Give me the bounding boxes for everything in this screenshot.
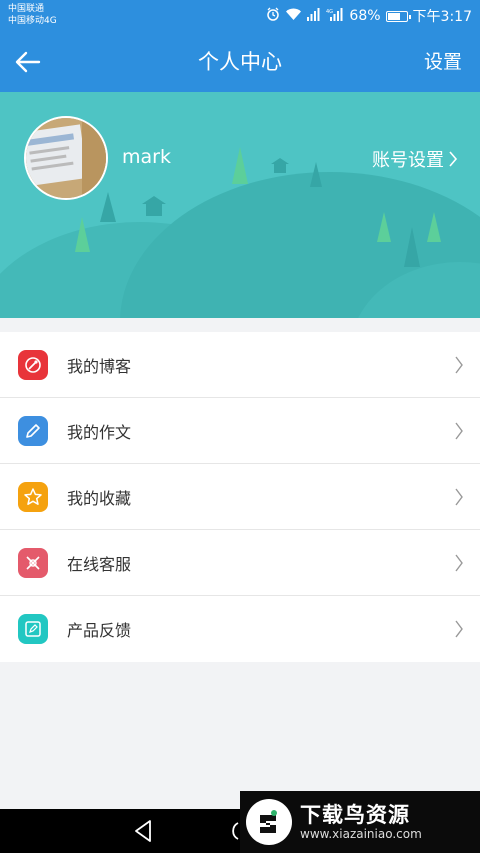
status-bar: 中国联通 中国移动4G 4G 68% 下午3:17	[0, 0, 480, 32]
menu-item-label: 我的收藏	[67, 488, 132, 508]
wifi-icon	[285, 8, 302, 25]
alarm-icon	[266, 7, 280, 25]
menu-item-label: 我的作文	[67, 422, 132, 442]
carrier-info: 中国联通 中国移动4G	[8, 3, 57, 27]
battery-icon	[385, 10, 411, 22]
service-icon	[18, 547, 48, 578]
chevron-right-icon	[455, 620, 463, 638]
clock: 下午3:17	[412, 9, 472, 25]
carrier-1: 中国联通	[8, 4, 45, 14]
menu-item-label: 我的博客	[67, 356, 132, 376]
star-icon	[18, 481, 48, 512]
carrier-2: 中国移动4G	[8, 16, 57, 26]
menu-list: 我的博客 我的作文 我的收藏 在线客服 产品反馈	[0, 332, 480, 662]
settings-button[interactable]: 设置	[424, 32, 462, 92]
account-settings-link[interactable]: 账号设置	[372, 146, 458, 172]
battery-percent: 68%	[349, 8, 381, 24]
app-header: 个人中心 设置	[0, 32, 480, 92]
watermark-url: www.xiazainiao.com	[300, 827, 422, 841]
page-title: 个人中心	[198, 50, 282, 74]
account-settings-label: 账号设置	[372, 150, 444, 171]
battery-fill	[387, 12, 400, 20]
system-nav-bar	[0, 809, 240, 853]
feedback-icon	[18, 614, 48, 644]
signal-icon	[307, 7, 321, 25]
status-icons: 4G 68% 下午3:17	[266, 6, 472, 26]
profile-banner: mark 账号设置	[0, 92, 480, 318]
nav-back-icon	[135, 820, 151, 842]
watermark-title: 下载鸟资源	[300, 803, 410, 827]
menu-item-blog[interactable]: 我的博客	[0, 332, 480, 398]
avatar-photo	[26, 118, 106, 198]
menu-item-favorites[interactable]: 我的收藏	[0, 464, 480, 530]
back-arrow-icon	[15, 51, 41, 73]
signal-4g-icon: 4G	[326, 7, 344, 25]
blog-icon	[18, 349, 48, 380]
menu-item-label: 在线客服	[67, 554, 132, 574]
chevron-right-icon	[455, 488, 463, 506]
nav-home-icon	[232, 822, 239, 840]
back-button[interactable]	[8, 42, 48, 82]
menu-item-essay[interactable]: 我的作文	[0, 398, 480, 464]
bird-logo-icon	[246, 799, 292, 845]
avatar[interactable]	[24, 116, 108, 200]
pencil-icon	[18, 415, 48, 446]
username: mark	[122, 146, 171, 168]
menu-item-feedback[interactable]: 产品反馈	[0, 596, 480, 662]
chevron-right-icon	[455, 422, 463, 440]
svg-text:4G: 4G	[326, 9, 333, 15]
chevron-right-icon	[449, 151, 458, 167]
menu-item-customer-service[interactable]: 在线客服	[0, 530, 480, 596]
watermark-banner: 下载鸟资源 www.xiazainiao.com	[240, 791, 480, 853]
chevron-right-icon	[455, 356, 463, 374]
chevron-right-icon	[455, 554, 463, 572]
menu-item-label: 产品反馈	[67, 621, 132, 640]
